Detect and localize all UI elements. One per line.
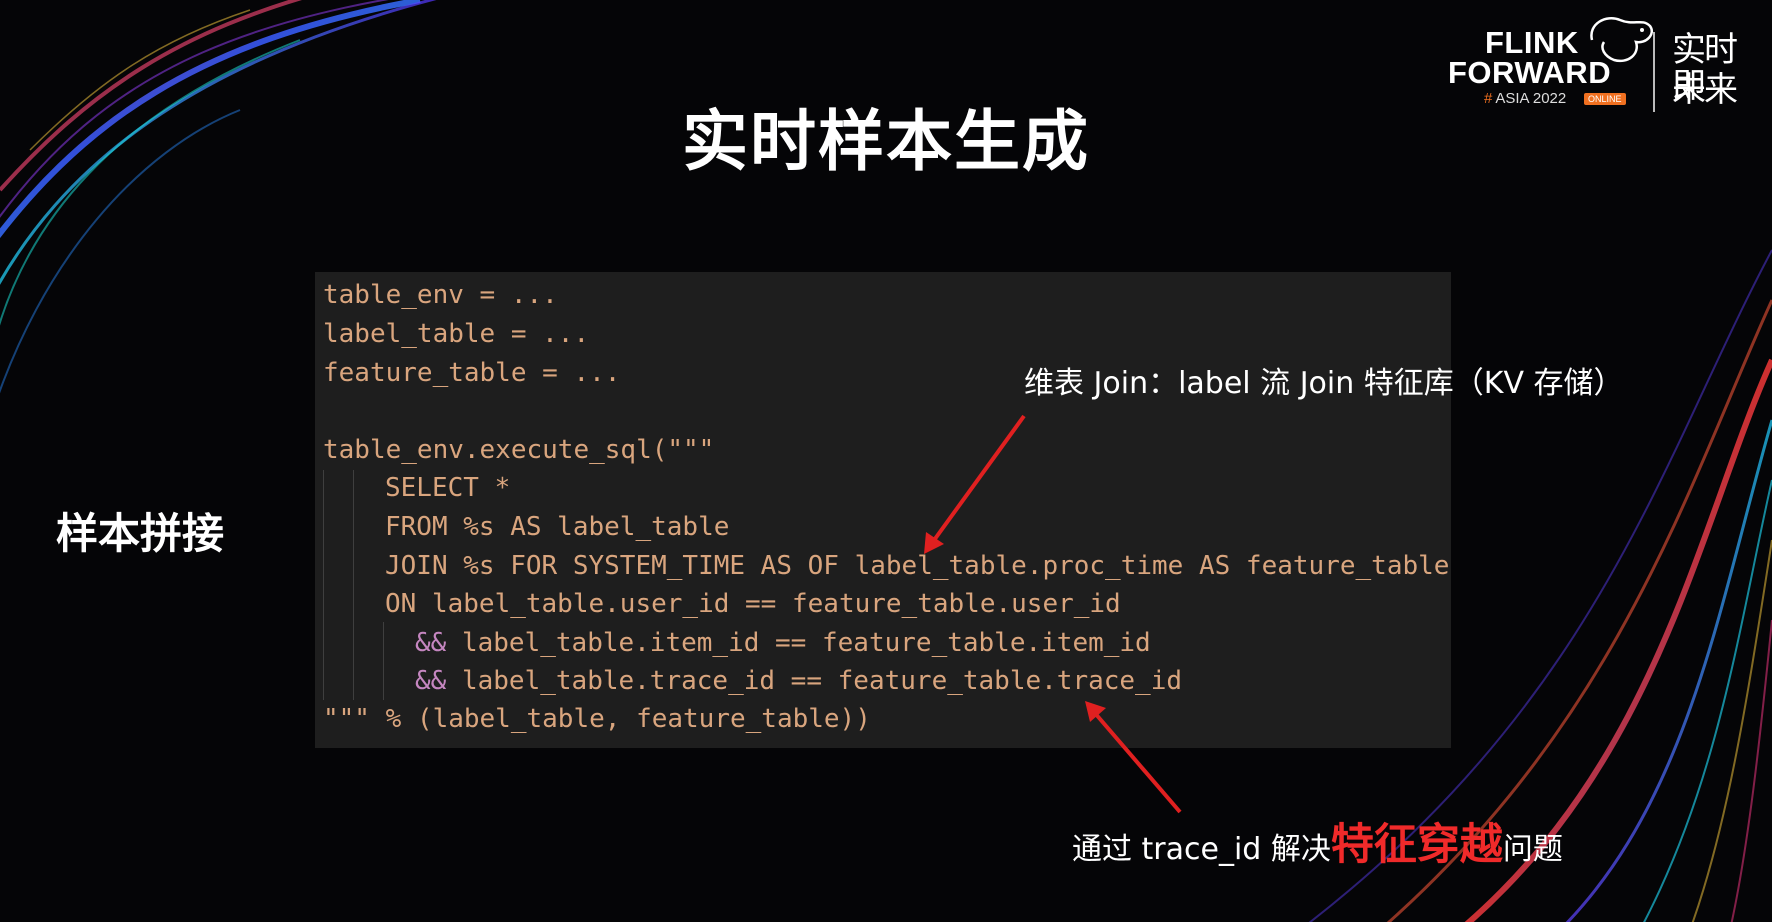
code-line: """ % (label_table, feature_table)) <box>323 704 871 734</box>
annotation-dim-join: 维表 Join：label 流 Join 特征库（KV 存储） <box>1024 366 1624 401</box>
indent-guide <box>353 470 354 700</box>
code-line: && label_table.item_id == feature_table.… <box>415 624 1151 662</box>
code-line: table_env.execute_sql(""" <box>323 435 715 465</box>
side-label: 样本拼接 <box>56 509 225 558</box>
code-operator: && <box>415 666 447 696</box>
code-line: label_table = ... <box>323 319 590 349</box>
annotation-prefix: 通过 trace_id 解决 <box>1072 832 1331 867</box>
code-line: table_env = ... <box>323 280 558 310</box>
code-line: && label_table.trace_id == feature_table… <box>415 662 1182 700</box>
slide-title: 实时样本生成 <box>682 103 1090 180</box>
annotation-highlight: 特征穿越 <box>1330 820 1503 870</box>
code-line: ON label_table.user_id == feature_table.… <box>385 589 1121 619</box>
code-text: label_table.trace_id == feature_table.tr… <box>446 666 1183 696</box>
code-operator: && <box>415 628 447 658</box>
logo-forward-text: FORWARD <box>1448 55 1612 90</box>
code-line: feature_table = ... <box>323 358 621 388</box>
code-line: JOIN %s FOR SYSTEM_TIME AS OF label_tabl… <box>385 551 1450 581</box>
annotation-trace-id: 通过 trace_id 解决特征穿越问题 <box>1072 810 1563 872</box>
logo-flink-text: FLINK <box>1485 25 1579 60</box>
indent-guide <box>383 622 384 700</box>
code-line: SELECT * <box>385 473 511 503</box>
code-line: FROM %s AS label_table <box>385 512 730 542</box>
annotation-suffix: 问题 <box>1502 832 1563 867</box>
code-block: table_env = ... label_table = ... featur… <box>315 272 1451 748</box>
code-text: label_table.item_id == feature_table.ite… <box>446 628 1151 658</box>
slide: FLINK FORWARD # ASIA 2022 ONLINE 实时即 未来 实… <box>0 0 1772 922</box>
indent-guide <box>323 470 324 700</box>
